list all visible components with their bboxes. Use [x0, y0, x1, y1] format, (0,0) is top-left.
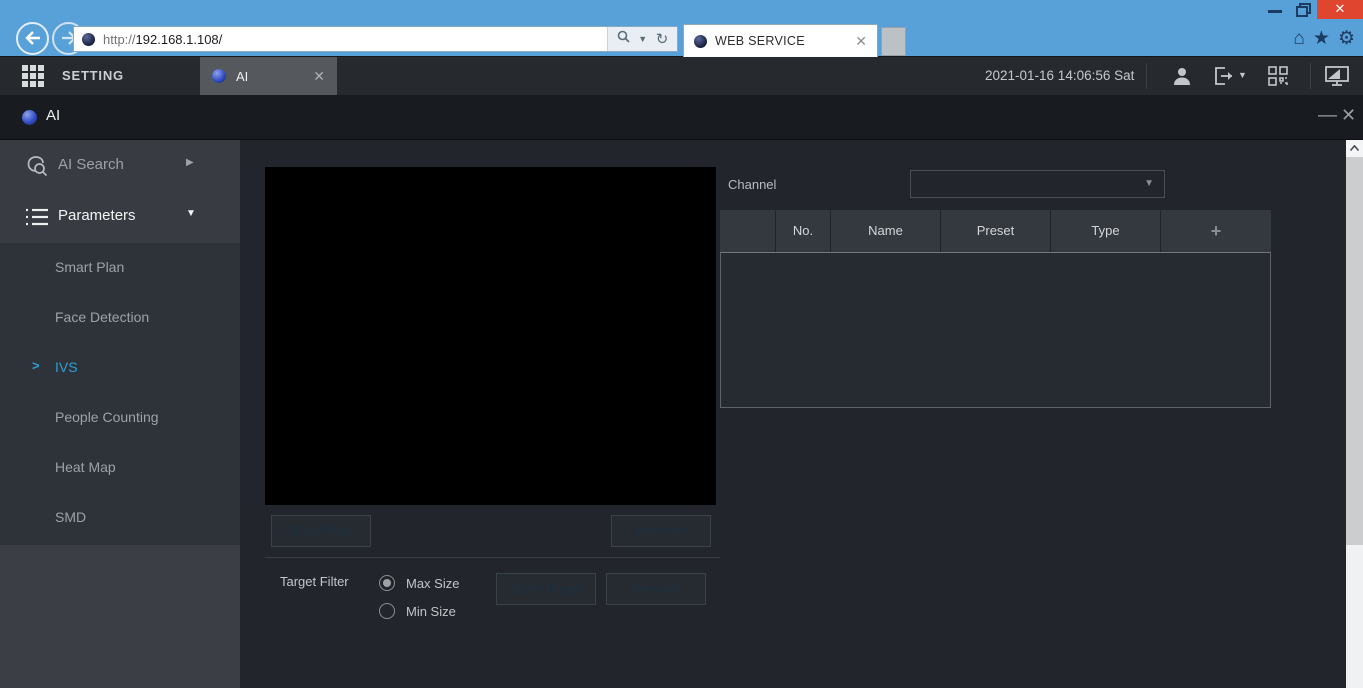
ai-window-globe-icon	[22, 110, 37, 125]
remove-rule-button[interactable]: Remove	[611, 515, 711, 547]
back-button[interactable]	[16, 22, 49, 55]
max-size-label[interactable]: Max Size	[406, 576, 459, 591]
site-favicon	[82, 32, 95, 46]
channel-label: Channel	[728, 177, 777, 192]
target-filter-label: Target Filter	[280, 574, 349, 589]
sidebar-item-ivs[interactable]: > IVS	[0, 343, 240, 393]
ai-tab-globe-icon	[212, 69, 226, 83]
parameters-label: Parameters	[58, 207, 136, 224]
channel-dropdown-icon[interactable]: ▼	[1144, 171, 1154, 197]
screen: ✕ http://192.168.1.108/ ▼ ↻ WEB SERVICE …	[0, 0, 1363, 688]
datetime-display: 2021-01-16 14:06:56 Sat	[985, 68, 1135, 83]
sidebar-item-smart-plan[interactable]: Smart Plan	[0, 243, 240, 293]
ai-tab-close-icon[interactable]: ✕	[313, 68, 325, 85]
sidebar: AI Search ▶ Parameters ▼ Smart Plan Face…	[0, 140, 240, 688]
new-tab-button[interactable]	[881, 27, 906, 56]
rules-table-body	[720, 252, 1271, 408]
home-icon[interactable]: ⌂	[1293, 28, 1304, 50]
sidebar-item-ai-search[interactable]: AI Search ▶	[0, 140, 240, 191]
chevron-down-icon: ▼	[186, 208, 196, 219]
logout-icon[interactable]	[1212, 64, 1238, 88]
min-size-label[interactable]: Min Size	[406, 604, 456, 619]
sidebar-item-parameters[interactable]: Parameters ▼	[0, 191, 240, 242]
sidebar-item-people-counting[interactable]: People Counting	[0, 393, 240, 443]
remove-target-button[interactable]: Remove	[606, 573, 706, 605]
ai-search-label: AI Search	[58, 156, 124, 173]
address-bar-tools: ▼ ↻	[607, 27, 677, 51]
qr-code-icon[interactable]	[1266, 64, 1292, 88]
browser-tab[interactable]: WEB SERVICE ✕	[683, 24, 878, 57]
ai-window-minimize-icon[interactable]: —	[1318, 105, 1337, 127]
setting-menu-label[interactable]: SETTING	[62, 68, 124, 83]
active-chevron-icon: >	[32, 358, 40, 373]
ai-app-tab[interactable]: AI ✕	[200, 57, 337, 95]
col-preset: Preset	[941, 210, 1051, 252]
search-dropdown-icon[interactable]: ▼	[638, 34, 647, 44]
parameters-submenu: Smart Plan Face Detection > IVS People Co…	[0, 243, 240, 545]
tab-title: WEB SERVICE	[715, 34, 805, 48]
parameters-list-icon	[24, 204, 50, 235]
logout-dropdown-icon[interactable]: ▼	[1238, 70, 1247, 80]
browser-toolbar-icons: ⌂ ★ ⚙	[1293, 28, 1355, 50]
settings-gear-icon[interactable]: ⚙	[1338, 28, 1355, 50]
favorites-star-icon[interactable]: ★	[1313, 28, 1330, 50]
address-bar[interactable]: http://192.168.1.108/ ▼ ↻	[73, 26, 678, 52]
col-type: Type	[1051, 210, 1161, 252]
ai-window-close-icon[interactable]: ✕	[1341, 105, 1356, 126]
sidebar-item-face-detection[interactable]: Face Detection	[0, 293, 240, 343]
sidebar-item-heat-map[interactable]: Heat Map	[0, 443, 240, 493]
sidebar-item-smd[interactable]: SMD	[0, 493, 240, 543]
search-icon[interactable]	[617, 30, 630, 48]
vertical-scrollbar[interactable]	[1346, 140, 1363, 688]
chevron-right-icon: ▶	[186, 157, 194, 168]
browser-restore-icon[interactable]	[1296, 3, 1312, 17]
video-preview[interactable]	[265, 167, 716, 505]
user-icon[interactable]	[1170, 64, 1196, 88]
browser-minimize-icon[interactable]	[1268, 10, 1282, 13]
min-size-radio[interactable]	[379, 603, 395, 619]
url-scheme: http://	[103, 31, 136, 47]
tab-close-icon[interactable]: ✕	[855, 33, 867, 50]
url-host: 192.168.1.108/	[135, 31, 223, 47]
col-name: Name	[831, 210, 941, 252]
draw-target-button[interactable]: Draw Target	[496, 573, 596, 605]
tab-favicon	[694, 34, 707, 48]
ai-window-title: AI	[46, 107, 61, 124]
col-no: No.	[776, 210, 831, 252]
rules-table-header: No. Name Preset Type +	[720, 210, 1271, 252]
display-monitor-icon[interactable]	[1324, 64, 1350, 88]
ai-window-content: AI Search ▶ Parameters ▼ Smart Plan Face…	[0, 140, 1363, 688]
col-checkbox	[720, 210, 776, 252]
sidebar-menu-top: AI Search ▶ Parameters ▼	[0, 140, 240, 243]
app-header: SETTING AI ✕ 2021-01-16 14:06:56 Sat ▼	[0, 57, 1363, 95]
max-size-radio[interactable]	[379, 575, 395, 591]
rules-table: No. Name Preset Type +	[720, 210, 1271, 408]
ai-search-icon	[24, 153, 50, 184]
main-menu-grid-icon[interactable]	[22, 65, 44, 87]
header-divider	[1310, 63, 1311, 89]
refresh-icon[interactable]: ↻	[656, 30, 669, 48]
channel-select[interactable]: ▼	[910, 170, 1165, 198]
ai-tab-label: AI	[236, 68, 249, 84]
ai-window-titlebar: AI — ✕	[0, 95, 1363, 140]
add-rule-button[interactable]: +	[1161, 210, 1271, 252]
scroll-up-icon[interactable]	[1346, 140, 1363, 157]
header-divider	[1146, 63, 1147, 89]
url-text[interactable]: http://192.168.1.108/	[103, 32, 222, 47]
draw-rule-button[interactable]: Draw Rule	[271, 515, 371, 547]
sidebar-filler	[0, 545, 240, 688]
horizontal-divider	[265, 557, 720, 558]
scrollbar-thumb[interactable]	[1346, 157, 1363, 545]
browser-close-button[interactable]: ✕	[1317, 0, 1363, 19]
browser-chrome: ✕ http://192.168.1.108/ ▼ ↻ WEB SERVICE …	[0, 0, 1363, 57]
